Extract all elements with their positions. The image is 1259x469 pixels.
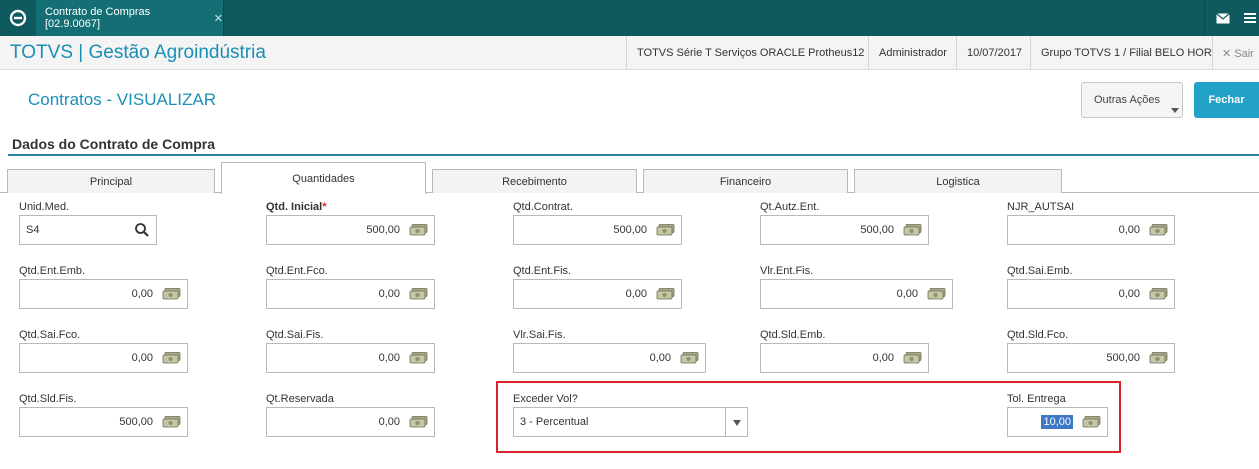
qtd-sld-emb-field[interactable]: 0,00 — [760, 343, 929, 373]
qtd-sai-fis-value: 0,00 — [378, 352, 400, 364]
top-bar: Contrato de Compras [02.9.0067] ✕ — [0, 0, 1259, 36]
money-icon[interactable] — [409, 416, 428, 428]
window-tab[interactable]: Contrato de Compras [02.9.0067] ✕ — [36, 0, 224, 36]
page-title: Contratos - VISUALIZAR — [28, 90, 217, 109]
vlr-sai-fis-value: 0,00 — [649, 352, 671, 364]
qtd-sai-fco-field[interactable]: 0,00 — [19, 343, 188, 373]
money-icon[interactable] — [903, 352, 922, 364]
field-label-qtd-ent-fco: Qtd.Ent.Fco. — [266, 265, 328, 277]
money-icon[interactable] — [409, 288, 428, 300]
money-icon[interactable] — [680, 352, 699, 364]
field-label-qt-reservada: Qt.Reservada — [266, 393, 334, 405]
unid-med-field[interactable]: S4 — [19, 215, 157, 245]
qtd-sld-fis-field[interactable]: 500,00 — [19, 407, 188, 437]
user-info: Administrador — [868, 36, 957, 70]
field-label-qtd-sld-fis: Qtd.Sld.Fis. — [19, 393, 77, 405]
unid-med-value: S4 — [26, 224, 40, 236]
qt-autz-ent-field[interactable]: 500,00 — [760, 215, 929, 245]
vlr-ent-fis-value: 0,00 — [896, 288, 918, 300]
environment-info: TOTVS Série T Serviços ORACLE Protheus12 — [626, 36, 874, 70]
money-icon[interactable] — [1149, 288, 1168, 300]
field-label-njr-autsai: NJR_AUTSAI — [1007, 201, 1075, 213]
highlight-box — [496, 381, 1121, 453]
qtd-ent-fis-value: 0,00 — [625, 288, 647, 300]
field-label-qtd-sai-fis: Qtd.Sai.Fis. — [266, 329, 324, 341]
other-actions-label: Outras Ações — [1094, 94, 1161, 106]
menu-icon[interactable] — [1240, 0, 1259, 36]
tab-financeiro[interactable]: Financeiro — [643, 169, 848, 193]
section-title: Dados do Contrato de Compra — [12, 136, 216, 152]
app-header: TOTVS | Gestão Agroindústria TOTVS Série… — [0, 36, 1259, 70]
section-divider — [8, 154, 1259, 156]
other-actions-button[interactable]: Outras Ações — [1081, 82, 1183, 118]
field-label-qtd-sld-fco: Qtd.Sld.Fco. — [1007, 329, 1069, 341]
qtd-sld-emb-value: 0,00 — [872, 352, 894, 364]
money-icon[interactable] — [162, 416, 181, 428]
close-icon[interactable]: ✕ — [214, 12, 223, 25]
qt-reservada-field[interactable]: 0,00 — [266, 407, 435, 437]
money-icon[interactable] — [656, 224, 675, 236]
money-icon[interactable] — [927, 288, 946, 300]
field-label-qtd-ent-fis: Qtd.Ent.Fis. — [513, 265, 572, 277]
qtd-inicial-value: 500,00 — [366, 224, 400, 236]
money-icon[interactable] — [656, 288, 675, 300]
field-label-vlr-ent-fis: Vlr.Ent.Fis. — [760, 265, 814, 277]
vlr-ent-fis-field[interactable]: 0,00 — [760, 279, 953, 309]
qtd-sld-fis-value: 500,00 — [119, 416, 153, 428]
qt-reservada-value: 0,00 — [378, 416, 400, 428]
njr-autsai-value: 0,00 — [1118, 224, 1140, 236]
qtd-ent-fis-field[interactable]: 0,00 — [513, 279, 682, 309]
qtd-ent-fco-field[interactable]: 0,00 — [266, 279, 435, 309]
qtd-sai-fis-field[interactable]: 0,00 — [266, 343, 435, 373]
chevron-down-icon — [1171, 108, 1179, 113]
date-info: 10/07/2017 — [956, 36, 1032, 70]
required-mark: * — [322, 201, 327, 213]
qtd-contrat-field[interactable]: 500,00 — [513, 215, 682, 245]
money-icon[interactable] — [409, 352, 428, 364]
qtd-sai-fco-value: 0,00 — [131, 352, 153, 364]
qtd-contrat-value: 500,00 — [613, 224, 647, 236]
field-label-qtd-sai-fco: Qtd.Sai.Fco. — [19, 329, 81, 341]
njr-autsai-field[interactable]: 0,00 — [1007, 215, 1175, 245]
vlr-sai-fis-field[interactable]: 0,00 — [513, 343, 706, 373]
field-label-qtd-inicial: Qtd. Inicial* — [266, 201, 327, 213]
app-brand: TOTVS | Gestão Agroindústria — [10, 42, 266, 63]
qt-autz-ent-value: 500,00 — [860, 224, 894, 236]
money-icon[interactable] — [162, 352, 181, 364]
qtd-sld-fco-field[interactable]: 500,00 — [1007, 343, 1175, 373]
field-label-unid-med: Unid.Med. — [19, 201, 70, 213]
money-icon[interactable] — [1149, 352, 1168, 364]
money-icon[interactable] — [409, 224, 428, 236]
qtd-sai-emb-value: 0,00 — [1118, 288, 1140, 300]
field-label-qtd-contrat: Qtd.Contrat. — [513, 201, 573, 213]
search-icon[interactable] — [134, 222, 150, 238]
field-label-qtd-ent-emb: Qtd.Ent.Emb. — [19, 265, 86, 277]
tab-logistica[interactable]: Logistica — [854, 169, 1062, 193]
tab-quantidades[interactable]: Quantidades — [221, 162, 426, 194]
qtd-ent-emb-value: 0,00 — [131, 288, 153, 300]
tab-principal[interactable]: Principal — [7, 169, 215, 193]
window-tab-title: Contrato de Compras [02.9.0067] — [45, 6, 151, 30]
field-label-vlr-sai-fis: Vlr.Sai.Fis. — [513, 329, 566, 341]
money-icon[interactable] — [903, 224, 922, 236]
field-label-qtd-sai-emb: Qtd.Sai.Emb. — [1007, 265, 1073, 277]
logout-button[interactable]: ✕ Sair — [1212, 36, 1259, 70]
qtd-sld-fco-value: 500,00 — [1106, 352, 1140, 364]
qtd-ent-fco-value: 0,00 — [378, 288, 400, 300]
close-button[interactable]: Fechar — [1194, 82, 1259, 118]
tab-recebimento[interactable]: Recebimento — [432, 169, 637, 193]
money-icon[interactable] — [162, 288, 181, 300]
totvs-logo-icon[interactable] — [0, 0, 36, 36]
qtd-inicial-label-text: Qtd. Inicial — [266, 201, 323, 213]
qtd-sai-emb-field[interactable]: 0,00 — [1007, 279, 1175, 309]
qtd-ent-emb-field[interactable]: 0,00 — [19, 279, 188, 309]
field-label-qt-autz-ent: Qt.Autz.Ent. — [760, 201, 820, 213]
money-icon[interactable] — [1149, 224, 1168, 236]
mail-icon[interactable] — [1204, 0, 1240, 36]
qtd-inicial-field[interactable]: 500,00 — [266, 215, 435, 245]
field-label-qtd-sld-emb: Qtd.Sld.Emb. — [760, 329, 826, 341]
branch-info[interactable]: Grupo TOTVS 1 / Filial BELO HOR — [1030, 36, 1222, 70]
